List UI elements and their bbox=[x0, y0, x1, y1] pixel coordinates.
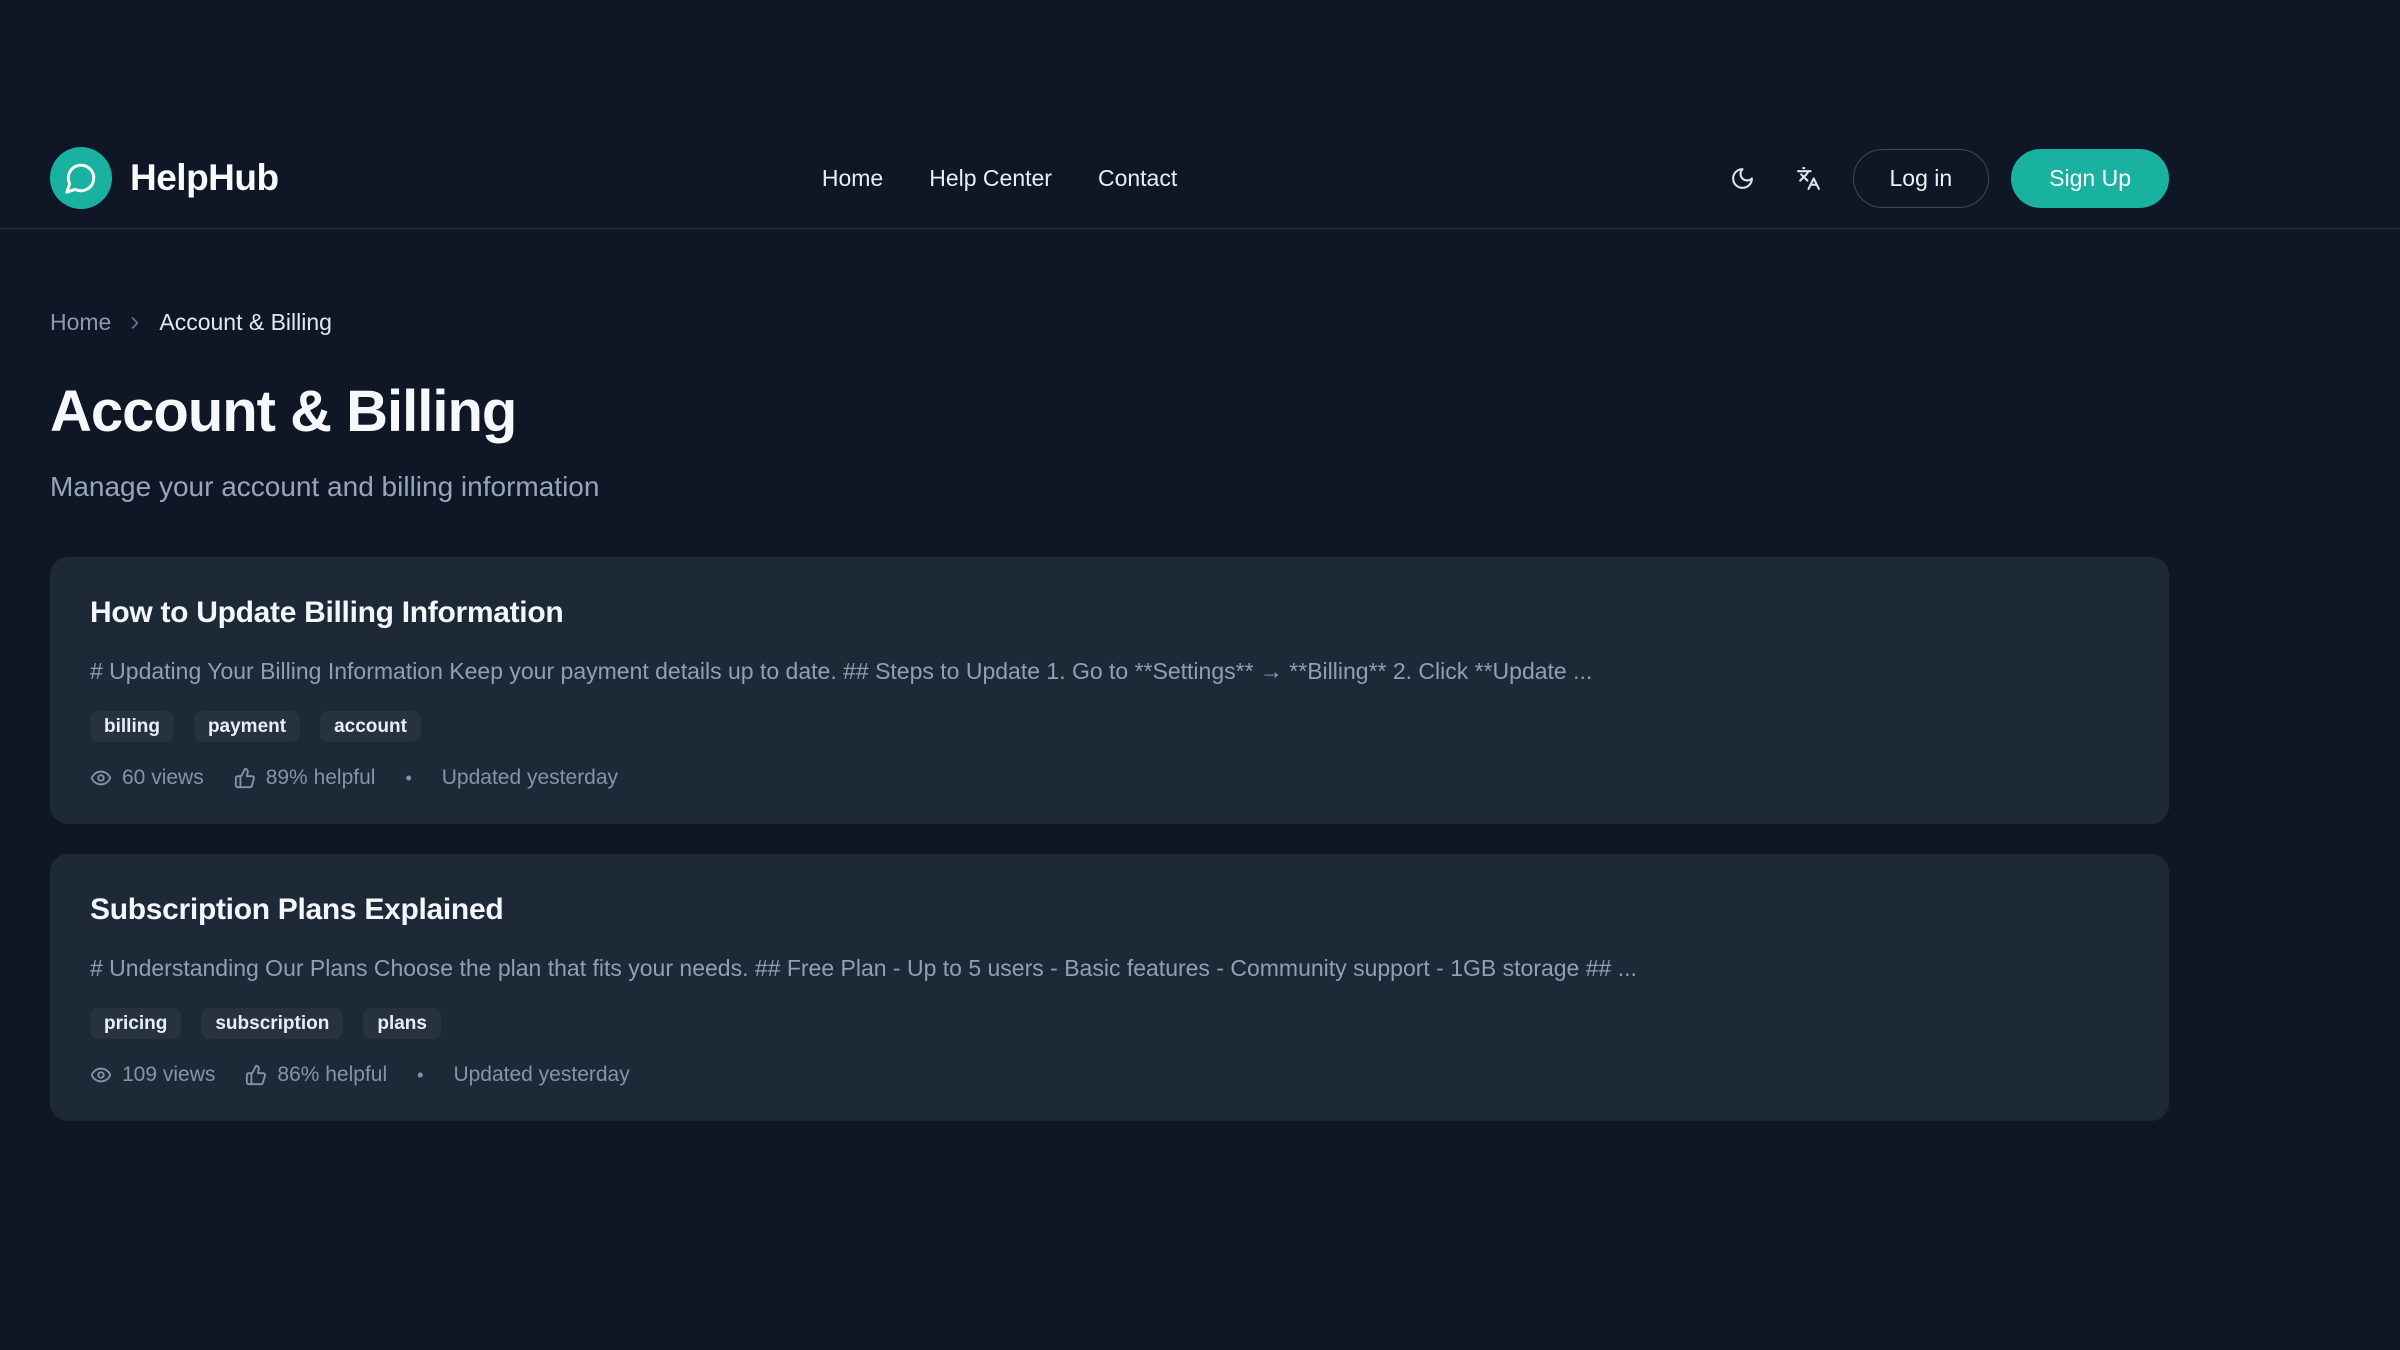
tag: subscription bbox=[201, 1008, 343, 1039]
thumbs-up-icon bbox=[245, 1064, 267, 1086]
views-stat: 60 views bbox=[90, 766, 204, 790]
article-meta: 109 views 86% helpful • Updated yesterda… bbox=[90, 1063, 2129, 1087]
language-button[interactable] bbox=[1787, 156, 1831, 200]
tag: pricing bbox=[90, 1008, 181, 1039]
primary-nav: Home Help Center Contact bbox=[822, 165, 1177, 192]
breadcrumb-home-link[interactable]: Home bbox=[50, 309, 111, 336]
tag: account bbox=[320, 711, 421, 742]
meta-separator: • bbox=[405, 768, 411, 789]
tag: billing bbox=[90, 711, 174, 742]
views-count: 60 views bbox=[122, 766, 204, 790]
eye-icon bbox=[90, 1064, 112, 1086]
views-stat: 109 views bbox=[90, 1063, 215, 1087]
page-subtitle: Manage your account and billing informat… bbox=[50, 471, 2169, 503]
brand-logo[interactable]: HelpHub bbox=[50, 147, 279, 209]
theme-toggle-button[interactable] bbox=[1721, 156, 1765, 200]
chat-bubble-icon bbox=[50, 147, 112, 209]
meta-separator: • bbox=[417, 1065, 423, 1086]
nav-link-help-center[interactable]: Help Center bbox=[929, 165, 1052, 192]
article-card-subscription-plans[interactable]: Subscription Plans Explained # Understan… bbox=[50, 854, 2169, 1121]
updated-text: Updated yesterday bbox=[453, 1063, 629, 1087]
article-list: How to Update Billing Information # Upda… bbox=[50, 557, 2169, 1121]
article-excerpt: # Updating Your Billing Information Keep… bbox=[90, 655, 2129, 687]
article-title: Subscription Plans Explained bbox=[90, 890, 2129, 930]
brand-name: HelpHub bbox=[130, 157, 279, 199]
article-tags: billing payment account bbox=[90, 711, 2129, 742]
breadcrumb: Home Account & Billing bbox=[50, 309, 2169, 336]
helpful-percent: 86% helpful bbox=[277, 1063, 387, 1087]
helpful-percent: 89% helpful bbox=[266, 766, 376, 790]
article-card-billing-info[interactable]: How to Update Billing Information # Upda… bbox=[50, 557, 2169, 824]
views-count: 109 views bbox=[122, 1063, 215, 1087]
article-meta: 60 views 89% helpful • Updated yesterday bbox=[90, 766, 2129, 790]
article-tags: pricing subscription plans bbox=[90, 1008, 2129, 1039]
breadcrumb-current: Account & Billing bbox=[159, 309, 332, 336]
updated-text: Updated yesterday bbox=[442, 766, 618, 790]
helpful-stat: 86% helpful bbox=[245, 1063, 387, 1087]
article-excerpt: # Understanding Our Plans Choose the pla… bbox=[90, 952, 2129, 984]
article-title: How to Update Billing Information bbox=[90, 593, 2129, 633]
languages-icon bbox=[1796, 166, 1821, 191]
login-button[interactable]: Log in bbox=[1853, 149, 1990, 208]
nav-actions: Log in Sign Up bbox=[1721, 149, 2170, 208]
thumbs-up-icon bbox=[234, 767, 256, 789]
page-title: Account & Billing bbox=[50, 378, 2169, 445]
tag: payment bbox=[194, 711, 300, 742]
chevron-right-icon bbox=[125, 313, 145, 333]
nav-link-home[interactable]: Home bbox=[822, 165, 883, 192]
top-nav: HelpHub Home Help Center Contact bbox=[0, 0, 2400, 229]
eye-icon bbox=[90, 767, 112, 789]
moon-icon bbox=[1730, 166, 1755, 191]
helpful-stat: 89% helpful bbox=[234, 766, 376, 790]
tag: plans bbox=[363, 1008, 441, 1039]
nav-link-contact[interactable]: Contact bbox=[1098, 165, 1177, 192]
signup-button[interactable]: Sign Up bbox=[2011, 149, 2169, 208]
